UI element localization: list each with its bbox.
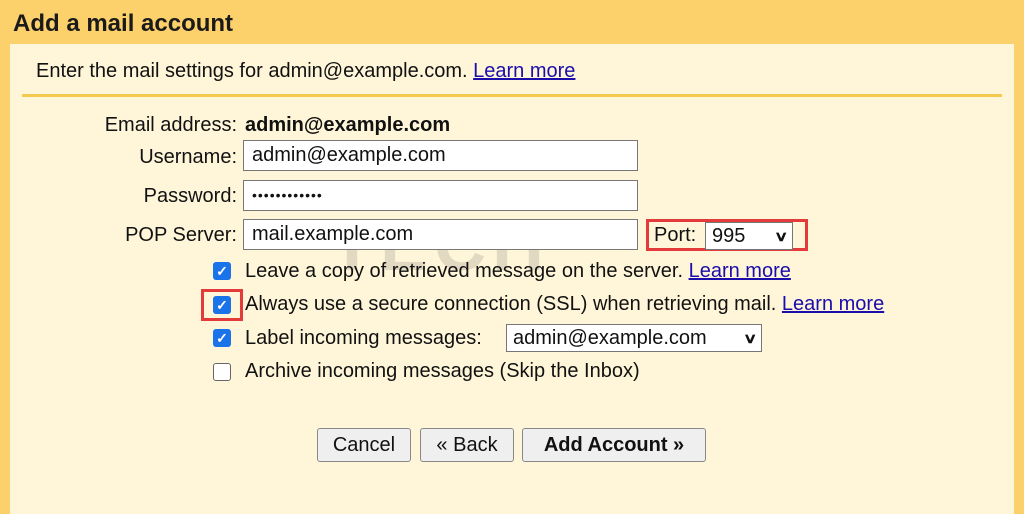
- password-label: Password:: [143, 185, 237, 207]
- port-value: 995: [712, 225, 746, 247]
- cancel-button[interactable]: Cancel: [317, 428, 411, 462]
- ssl-label: Always use a secure connection (SSL) whe…: [245, 293, 777, 315]
- ssl-option: Always use a secure connection (SSL) whe…: [245, 293, 884, 316]
- intro-message: Enter the mail settings for admin@exampl…: [36, 60, 468, 82]
- divider: [22, 94, 1002, 97]
- port-label: Port:: [654, 224, 697, 246]
- label-select[interactable]: admin@example.com ∨: [506, 324, 762, 352]
- leave-copy-checkbox[interactable]: ✓: [213, 262, 231, 280]
- label-incoming-checkbox[interactable]: ✓: [213, 329, 231, 347]
- add-account-button[interactable]: Add Account »: [522, 428, 706, 462]
- leave-copy-label: Leave a copy of retrieved message on the…: [245, 260, 684, 282]
- ssl-checkbox[interactable]: ✓: [213, 296, 231, 314]
- pop-server-input[interactable]: mail.example.com: [243, 219, 638, 250]
- learn-more-link[interactable]: Learn more: [473, 60, 575, 82]
- pop-server-label: POP Server:: [125, 224, 237, 246]
- chevron-down-icon: ∨: [742, 330, 758, 346]
- leave-copy-option: Leave a copy of retrieved message on the…: [245, 260, 791, 283]
- username-input[interactable]: admin@example.com: [243, 140, 638, 171]
- email-value: admin@example.com: [245, 114, 451, 136]
- intro-text: Enter the mail settings for admin@exampl…: [36, 60, 575, 83]
- email-label: Email address:: [104, 114, 237, 136]
- learn-more-link[interactable]: Learn more: [689, 260, 791, 282]
- port-select[interactable]: 995 ∨: [705, 222, 793, 250]
- archive-label: Archive incoming messages (Skip the Inbo…: [245, 360, 640, 382]
- password-input[interactable]: ••••••••••••: [243, 180, 638, 211]
- chevron-down-icon: ∨: [773, 228, 789, 244]
- archive-checkbox[interactable]: [213, 363, 231, 381]
- back-button[interactable]: « Back: [420, 428, 514, 462]
- dialog-title: Add a mail account: [13, 10, 234, 37]
- learn-more-link[interactable]: Learn more: [782, 293, 884, 315]
- username-label: Username:: [139, 146, 237, 168]
- label-select-value: admin@example.com: [513, 327, 707, 349]
- label-incoming-label: Label incoming messages:: [245, 327, 482, 349]
